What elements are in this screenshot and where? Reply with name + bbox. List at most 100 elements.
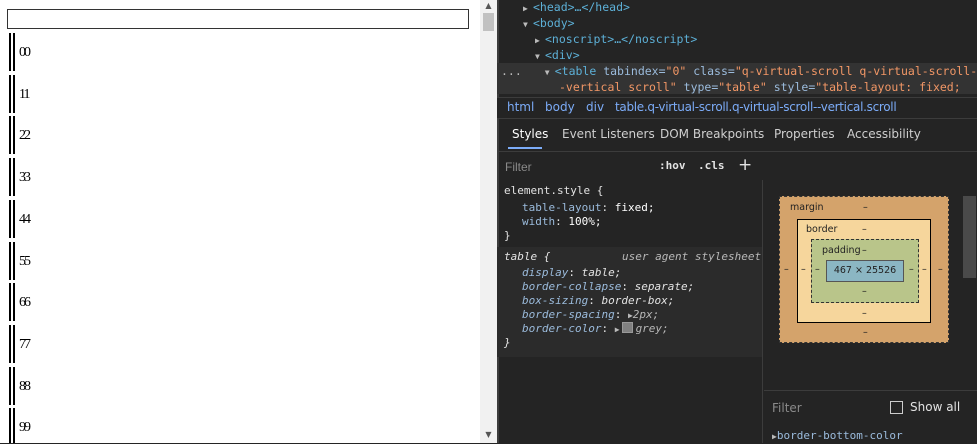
tab-styles[interactable]: Styles [512, 127, 548, 141]
dom-node-noscript[interactable]: ▶ <noscript>…</noscript> [535, 32, 697, 46]
user-agent-stylesheet-label: user agent stylesheet [622, 250, 762, 263]
show-all-checkbox[interactable] [890, 401, 903, 414]
cell-border [9, 116, 11, 155]
style-declaration[interactable]: table-layout: fixed; [522, 201, 654, 214]
table-row: 00 [6, 33, 480, 71]
expand-arrow-icon[interactable]: ▶ [523, 4, 533, 13]
margin-right-value[interactable]: – [938, 264, 943, 275]
breadcrumb-body[interactable]: body [545, 100, 575, 114]
scroll-up-arrow-icon[interactable]: ▲ [480, 0, 497, 12]
dom-node-table-continued[interactable]: -vertical scroll" type="table" style="ta… [559, 80, 961, 94]
cell-border [13, 199, 15, 238]
cell-border [9, 283, 11, 322]
box-model-scrollbar-thumb[interactable] [963, 196, 976, 278]
breadcrumb-html[interactable]: html [507, 100, 534, 114]
show-all-label[interactable]: Show all [910, 400, 960, 414]
table-row: 33 [6, 158, 480, 197]
padding-right-value[interactable]: – [909, 264, 914, 275]
cell-border [9, 408, 11, 443]
styles-pane: element.style { table-layout: fixed; wid… [497, 180, 763, 443]
margin-left-value[interactable]: – [784, 264, 789, 275]
styles-filter-input[interactable] [503, 158, 647, 176]
padding-top-value[interactable]: – [862, 245, 867, 256]
color-swatch-icon[interactable] [621, 322, 633, 333]
scroll-down-arrow-icon[interactable]: ▼ [480, 429, 497, 441]
cell-border [9, 158, 11, 197]
table-cell-text: 11 [19, 86, 31, 102]
table-row: 44 [6, 199, 480, 238]
border-left-value[interactable]: – [801, 264, 806, 275]
breadcrumb: html body div table.q-virtual-scroll.q-v… [497, 97, 977, 119]
new-rule-plus-icon[interactable]: + [738, 155, 752, 175]
style-declaration: border-spacing: ▶ 2px; [522, 308, 660, 321]
breadcrumb-table[interactable]: table.q-virtual-scroll.q-virtual-scroll-… [615, 100, 897, 114]
table-cell-text: 88 [19, 378, 31, 394]
border-right-value[interactable]: – [922, 264, 927, 275]
styles-filter-bar: :hov .cls + [497, 152, 761, 180]
border-label: border [806, 224, 838, 235]
cell-border [13, 33, 15, 71]
ua-rule-selector: table { [504, 250, 551, 263]
table-cell-text: 55 [19, 253, 31, 269]
tab-properties[interactable]: Properties [774, 127, 835, 141]
node-actions-ellipsis[interactable]: ... [501, 64, 522, 78]
tab-event-listeners[interactable]: Event Listeners [562, 127, 655, 141]
style-declaration: box-sizing: border-box; [522, 294, 675, 307]
page-scroll-thumb[interactable] [483, 13, 494, 31]
style-declaration[interactable]: width: 100%; [522, 215, 602, 228]
style-declaration: border-color: ▶ grey; [522, 322, 669, 335]
rule-close-brace: } [504, 336, 511, 349]
table-cell-text: 22 [19, 128, 31, 144]
box-model-margin[interactable]: margin – – – – border – – – – padding – … [779, 196, 949, 343]
collapse-arrow-icon[interactable]: ▼ [535, 52, 545, 61]
devtools-panel: ▶ <head>…</head> ▼ <body> ▶ <noscript>…</no… [497, 0, 977, 443]
padding-bottom-value[interactable]: – [862, 286, 867, 297]
expand-shorthand-icon[interactable]: ▶ [615, 325, 620, 334]
table-row: 55 [6, 241, 480, 280]
table-cell-text: 99 [19, 420, 31, 436]
cell-border [9, 241, 11, 280]
table-row: 66 [6, 283, 480, 322]
tab-accessibility[interactable]: Accessibility [847, 127, 921, 141]
box-model-content-size[interactable]: 467 × 25526 [826, 260, 904, 282]
page-text-input[interactable] [7, 9, 469, 29]
table-cell-text: 33 [19, 170, 31, 186]
page-scrollbar[interactable]: ▲ ▼ [480, 0, 497, 443]
tab-dom-breakpoints[interactable]: DOM Breakpoints [660, 127, 764, 141]
table-cell-text: 00 [19, 45, 31, 60]
margin-label: margin [790, 202, 824, 213]
computed-property-border-bottom-color[interactable]: ▶ border-bottom-color [772, 429, 903, 442]
cls-toggle[interactable]: .cls [698, 159, 725, 172]
box-model-border[interactable]: border – – – – padding – – – – 467 × 255… [797, 219, 931, 323]
element-style-selector[interactable]: element.style { [504, 184, 603, 197]
box-model-padding[interactable]: padding – – – – 467 × 25526 [811, 239, 919, 303]
border-bottom-value[interactable]: – [862, 308, 867, 319]
style-declaration: border-collapse: separate; [522, 280, 695, 293]
sidebar-tabs: Styles Event Listeners DOM Breakpoints P… [497, 118, 977, 152]
table-cell-text: 44 [19, 211, 31, 227]
dom-node-head[interactable]: ▶ <head>…</head> [523, 0, 630, 14]
breadcrumb-div[interactable]: div [586, 100, 604, 114]
cell-border [13, 408, 15, 443]
cell-border [13, 158, 15, 197]
collapse-arrow-icon[interactable]: ▼ [545, 68, 555, 77]
dom-node-body[interactable]: ▼ <body> [523, 16, 575, 30]
computed-filter-input[interactable]: Filter [772, 401, 802, 415]
margin-bottom-value[interactable]: – [863, 327, 868, 338]
hov-toggle[interactable]: :hov [659, 159, 686, 172]
margin-top-value[interactable]: – [863, 202, 868, 213]
user-agent-rule: table { user agent stylesheet display: t… [497, 247, 762, 357]
dom-node-div[interactable]: ▼ <div> [535, 48, 580, 62]
table-row: 99 [6, 408, 480, 443]
table-cell-text: 77 [19, 336, 31, 352]
cell-border [13, 324, 15, 363]
border-top-value[interactable]: – [862, 224, 867, 235]
collapse-arrow-icon[interactable]: ▼ [523, 20, 533, 29]
dom-node-table[interactable]: ... ▼ <table tabindex="0" class="q-virtua… [501, 64, 977, 78]
padding-left-value[interactable]: – [815, 264, 820, 275]
cell-border [13, 366, 15, 405]
table-row: 22 [6, 116, 480, 155]
cell-border [13, 283, 15, 322]
style-declaration: display: table; [522, 266, 622, 279]
expand-arrow-icon[interactable]: ▶ [535, 36, 545, 45]
